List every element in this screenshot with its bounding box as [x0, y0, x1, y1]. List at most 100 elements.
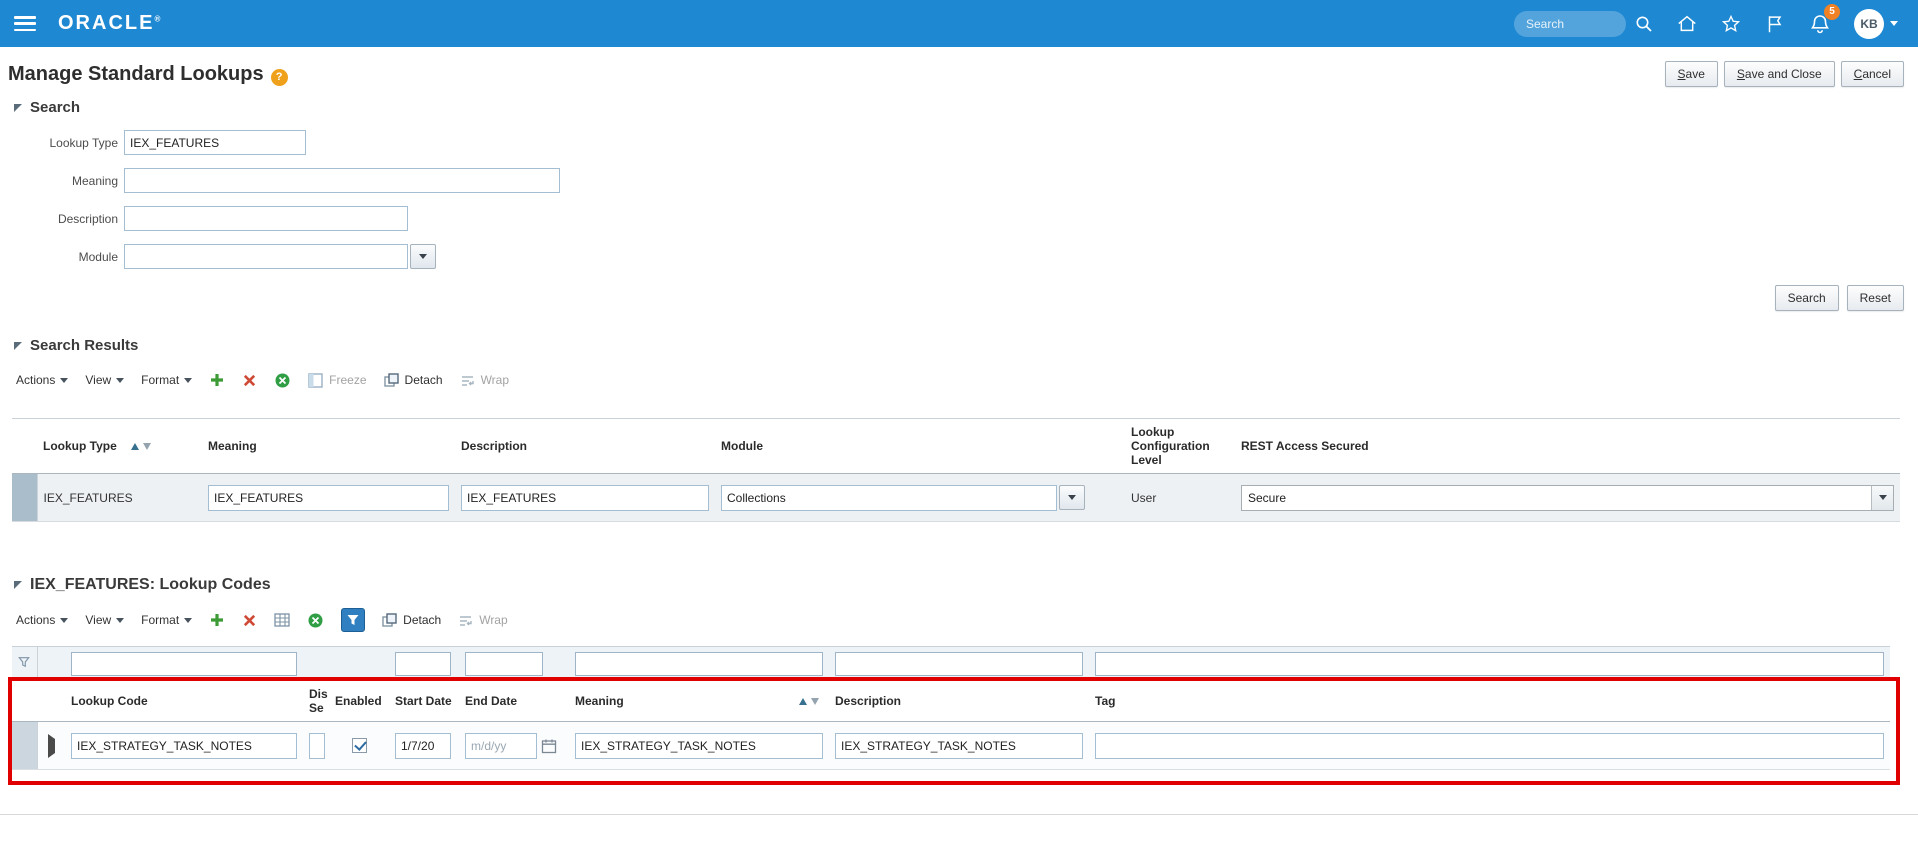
wrap-button[interactable]: Wrap	[460, 373, 509, 388]
help-icon[interactable]	[270, 68, 288, 86]
lookup-type-cell: IEX_FEATURES	[37, 473, 202, 522]
column-header-description[interactable]: Description	[455, 418, 715, 474]
column-header-rest-access[interactable]: REST Access Secured	[1235, 418, 1900, 474]
row-selector[interactable]	[12, 721, 38, 770]
search-results-section: Search Results Actions View Format Freez…	[0, 337, 1918, 522]
module-cell-input[interactable]	[721, 484, 1057, 511]
end-date-filter-input[interactable]	[465, 651, 543, 676]
format-menu[interactable]: Format	[141, 373, 193, 387]
sort-icons[interactable]	[130, 443, 151, 450]
expand-cell[interactable]	[37, 721, 65, 770]
export-to-excel-icon[interactable]	[307, 612, 324, 629]
delete-row-icon[interactable]	[242, 613, 257, 628]
codes-view-menu[interactable]: View	[85, 613, 125, 627]
collapse-triangle-icon	[14, 341, 22, 350]
reset-button[interactable]: Reset	[1846, 285, 1904, 311]
user-menu[interactable]: KB	[1854, 8, 1898, 39]
description-filter-input[interactable]	[835, 651, 1083, 676]
watchlist-flag-icon[interactable]	[1764, 13, 1786, 35]
row-selector[interactable]	[12, 473, 38, 522]
rest-access-select[interactable]: Secure	[1241, 484, 1894, 511]
qbe-start-date	[389, 646, 459, 681]
select-arrow-button[interactable]	[1871, 485, 1893, 510]
column-header-start-date[interactable]: Start Date	[389, 680, 459, 722]
description-cell-input[interactable]	[461, 484, 709, 511]
delete-row-icon[interactable]	[242, 373, 257, 388]
qbe-description	[829, 646, 1089, 681]
date-picker-icon[interactable]	[541, 738, 557, 754]
table-grid-icon[interactable]	[274, 612, 290, 628]
wrap-button[interactable]: Wrap	[458, 613, 508, 628]
freeze-button[interactable]: Freeze	[308, 372, 367, 388]
results-table-row[interactable]: IEX_FEATURES User Secure	[12, 473, 1900, 522]
row-selector-header	[12, 418, 37, 474]
tag-filter-input[interactable]	[1095, 651, 1884, 676]
query-by-example-toggle[interactable]	[341, 608, 366, 632]
sort-ascending-icon[interactable]	[130, 443, 139, 450]
module-cell-dropdown-button[interactable]	[1059, 485, 1085, 510]
column-header-lookup-code[interactable]: Lookup Code	[65, 680, 303, 722]
export-to-excel-icon[interactable]	[274, 372, 291, 389]
display-sequence-input[interactable]	[309, 732, 325, 759]
favorites-star-icon[interactable]	[1720, 13, 1742, 35]
column-header-end-date[interactable]: End Date	[459, 680, 569, 722]
enabled-checkbox[interactable]	[351, 738, 367, 753]
module-field[interactable]	[124, 244, 408, 269]
column-header-enabled[interactable]: Enabled	[329, 680, 389, 722]
description-field[interactable]	[124, 206, 408, 231]
home-icon[interactable]	[1676, 13, 1698, 35]
cancel-button[interactable]: Cancel	[1840, 61, 1904, 87]
column-header-module[interactable]: Module	[715, 418, 1125, 474]
codes-format-menu[interactable]: Format	[141, 613, 193, 627]
detach-button[interactable]: Detach	[383, 372, 443, 388]
codes-section-header[interactable]: IEX_FEATURES: Lookup Codes	[0, 576, 1918, 594]
end-date-input[interactable]	[465, 732, 537, 759]
meaning-cell-input[interactable]	[208, 484, 449, 511]
column-header-display-sequence[interactable]: Dis Se	[303, 680, 329, 722]
lookup-code-filter-input[interactable]	[71, 651, 297, 676]
meaning-input[interactable]	[575, 732, 823, 759]
column-header-meaning[interactable]: Meaning	[202, 418, 455, 474]
sort-ascending-icon[interactable]	[799, 697, 807, 705]
notifications-bell[interactable]: 5	[1808, 3, 1840, 36]
column-header-description[interactable]: Description	[829, 680, 1089, 722]
search-icon[interactable]	[1634, 14, 1654, 34]
codes-table-row[interactable]	[12, 721, 1890, 770]
column-header-meaning[interactable]: Meaning	[569, 680, 829, 722]
codes-actions-menu[interactable]: Actions	[16, 613, 69, 627]
column-header-lookup-type[interactable]: Lookup Type	[37, 418, 202, 474]
sort-descending-icon[interactable]	[142, 443, 151, 450]
meaning-field[interactable]	[124, 168, 560, 193]
tag-input[interactable]	[1095, 732, 1884, 759]
column-header-config-level[interactable]: Lookup Configuration Level	[1125, 418, 1235, 474]
expand-row-icon[interactable]	[47, 733, 55, 758]
search-button[interactable]: Search	[1774, 285, 1839, 311]
save-button[interactable]: Save	[1664, 61, 1718, 87]
lookup-code-input[interactable]	[71, 732, 297, 759]
dropdown-arrow-icon	[116, 617, 125, 623]
sort-icons[interactable]	[799, 697, 819, 705]
hamburger-menu-icon[interactable]	[14, 16, 36, 31]
module-label: Module	[78, 249, 118, 264]
description-input[interactable]	[835, 732, 1083, 759]
add-row-icon[interactable]	[209, 372, 225, 388]
start-date-input[interactable]	[395, 732, 451, 759]
add-row-icon[interactable]	[209, 612, 225, 628]
search-section-header[interactable]: Search	[0, 99, 1918, 116]
save-and-close-button[interactable]: Save and Close	[1723, 61, 1835, 87]
sort-descending-icon[interactable]	[811, 697, 819, 705]
oracle-logo[interactable]: ORACLE®	[58, 12, 160, 35]
enabled-cell	[329, 721, 389, 770]
module-dropdown-button[interactable]	[410, 244, 436, 269]
global-search-input[interactable]	[1514, 10, 1626, 37]
search-results-table: Lookup Type Meaning Description Module L…	[12, 418, 1900, 522]
qbe-corner[interactable]	[12, 646, 38, 681]
results-section-header[interactable]: Search Results	[0, 337, 1918, 354]
lookup-type-field[interactable]	[124, 130, 306, 155]
detach-button[interactable]: Detach	[382, 612, 441, 628]
view-menu[interactable]: View	[85, 373, 125, 387]
meaning-filter-input[interactable]	[575, 651, 823, 676]
actions-menu[interactable]: Actions	[16, 373, 69, 387]
start-date-filter-input[interactable]	[395, 651, 451, 676]
column-header-tag[interactable]: Tag	[1089, 680, 1890, 722]
